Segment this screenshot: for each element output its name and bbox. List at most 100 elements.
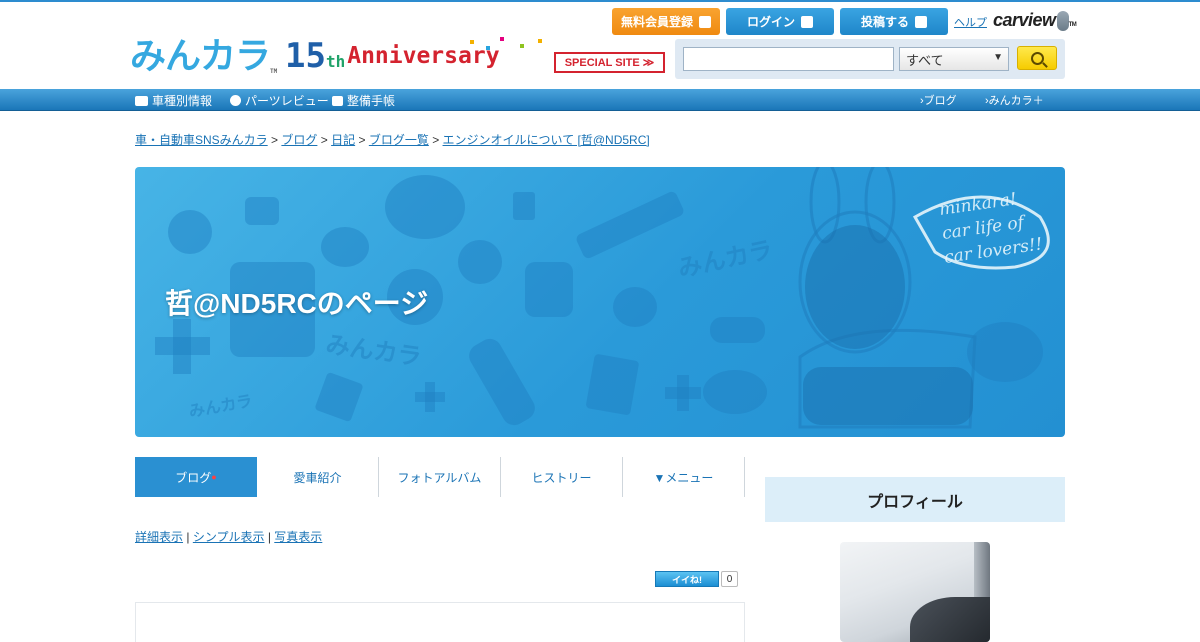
glove-icon [245, 197, 279, 225]
banner-watermark: みんカラ [324, 330, 423, 371]
nav-item-parts-review[interactable]: パーツレビュー [230, 92, 329, 109]
breadcrumb-separator: > [320, 133, 328, 147]
document-icon [315, 372, 363, 422]
nav-link-label: ブログ [923, 95, 957, 107]
tab-label: ヒストリー [531, 470, 592, 485]
blog-article-card [135, 602, 745, 642]
mini-car-icon [710, 317, 765, 343]
carview-mark-icon [1056, 11, 1069, 32]
iine-count: 0 [721, 571, 738, 587]
anniversary-number: 15th [285, 39, 345, 73]
tab-blog[interactable]: ブログ ● [135, 457, 257, 497]
breadcrumb-separator: > [432, 133, 440, 147]
chat-icon [613, 287, 657, 327]
car-icon [135, 95, 148, 106]
tab-history[interactable]: ヒストリー [501, 457, 623, 497]
tab-label: ブログ [175, 470, 212, 485]
user-page-tabs: ブログ ● 愛車紹介 フォトアルバム ヒストリー ▼メニュー [135, 457, 745, 497]
pen-icon [915, 15, 927, 28]
carview-text: carview [993, 10, 1056, 30]
iine-button[interactable]: イイね! [655, 571, 719, 587]
cloud-icon [703, 370, 767, 414]
nav-item-maintenance[interactable]: 整備手帳 [332, 92, 395, 109]
speech-bubble-icon [385, 175, 465, 239]
nav-link-label: みんカラ＋ [988, 95, 1044, 107]
anniversary-suffix: th [325, 52, 346, 71]
anniversary-banner[interactable]: 15th Anniversary [285, 35, 500, 77]
iine-widget: イイね! 0 [655, 571, 738, 587]
search-button[interactable] [1017, 46, 1057, 70]
register-label: 無料会員登録 [620, 15, 693, 29]
special-site-link[interactable]: SPECIAL SITE ≫ [554, 52, 665, 73]
plus-icon [677, 375, 689, 411]
search-icon [1030, 51, 1044, 65]
banner-watermark: みんカラ [187, 391, 253, 421]
search-category-value: すべて [906, 52, 944, 68]
global-nav: 車種別情報 パーツレビュー 整備手帳 ›ブログ ›みんカラ＋ [0, 89, 1200, 111]
breadcrumb-link[interactable]: ブログ一覧 [369, 133, 429, 147]
nav-item-car-info[interactable]: 車種別情報 [135, 92, 212, 109]
view-mode-switcher: 詳細表示 | シンプル表示 | 写真表示 [135, 528, 322, 545]
nav-item-label: パーツレビュー [245, 94, 329, 108]
parts-icon [230, 95, 241, 106]
tab-label: フォトアルバム [397, 470, 482, 485]
nav-item-label: 整備手帳 [347, 94, 396, 108]
tab-car-intro[interactable]: 愛車紹介 [257, 457, 379, 497]
page-title: 哲@ND5RCのページ [165, 288, 429, 319]
minkara-logo[interactable]: みんカラTM [130, 39, 277, 75]
login-label: ログイン [746, 15, 795, 29]
nav-item-label: 車種別情報 [152, 94, 213, 108]
confetti-decoration [500, 37, 504, 41]
confetti-decoration [520, 44, 524, 48]
view-mode-simple[interactable]: シンプル表示 [193, 530, 265, 544]
breadcrumb: 車・自動車SNSみんカラ > ブログ > 日記 > ブログ一覧 > エンジンオイ… [135, 131, 650, 148]
new-marker: ● [211, 472, 217, 482]
search-input[interactable] [683, 47, 894, 71]
wrench-icon [332, 95, 343, 106]
carview-logo[interactable]: carview TM [993, 10, 1077, 32]
logo-text: みんカラ [130, 36, 271, 77]
dropdown-arrow-icon: ▼ [993, 52, 1003, 63]
thumbs-up-icon [525, 262, 573, 317]
plus-icon [173, 319, 191, 374]
post-button[interactable]: 投稿する [840, 8, 948, 35]
tab-label: 愛車紹介 [293, 470, 342, 485]
carview-tm: TM [1068, 22, 1077, 28]
breadcrumb-separator: > [271, 133, 279, 147]
breadcrumb-link[interactable]: 車・自動車SNSみんカラ [135, 133, 268, 147]
login-button[interactable]: ログイン [726, 8, 834, 35]
wrench-icon [469, 338, 535, 426]
plus-icon [425, 382, 435, 412]
breadcrumb-link[interactable]: 日記 [331, 133, 355, 147]
note-icon [586, 354, 639, 415]
post-label: 投稿する [860, 15, 909, 29]
confetti-decoration [538, 39, 542, 43]
play-arrow-icon [699, 15, 711, 28]
logo-tm: TM [270, 68, 278, 75]
search-category-select[interactable]: すべて ▼ [899, 47, 1009, 71]
breadcrumb-current[interactable]: エンジンオイルについて [哲@ND5RC] [443, 133, 650, 147]
confetti-decoration [470, 40, 474, 44]
banner-watermark: みんカラ [675, 236, 775, 283]
view-mode-photo[interactable]: 写真表示 [274, 530, 322, 544]
tab-photo-album[interactable]: フォトアルバム [379, 457, 501, 497]
view-mode-detail[interactable]: 詳細表示 [135, 530, 183, 544]
steering-wheel-icon [168, 210, 212, 254]
avatar-detail [910, 597, 990, 642]
register-button[interactable]: 無料会員登録 [612, 8, 720, 35]
nav-link-blog[interactable]: ›ブログ [920, 92, 957, 108]
view-mode-separator: | [267, 530, 271, 544]
anniversary-digits: 15 [285, 36, 326, 76]
tab-label: ▼メニュー [653, 470, 714, 485]
confetti-decoration [486, 46, 490, 50]
help-link[interactable]: ヘルプ [954, 14, 987, 30]
profile-avatar[interactable] [840, 542, 990, 642]
pencil-icon [576, 191, 684, 259]
search-box: すべて ▼ [675, 39, 1065, 79]
cloud-icon [967, 322, 1043, 382]
breadcrumb-separator: > [358, 133, 366, 147]
nav-link-minkara-plus[interactable]: ›みんカラ＋ [985, 92, 1044, 108]
car-badge-icon [321, 227, 369, 267]
breadcrumb-link[interactable]: ブログ [281, 133, 317, 147]
tab-menu[interactable]: ▼メニュー [623, 457, 745, 497]
